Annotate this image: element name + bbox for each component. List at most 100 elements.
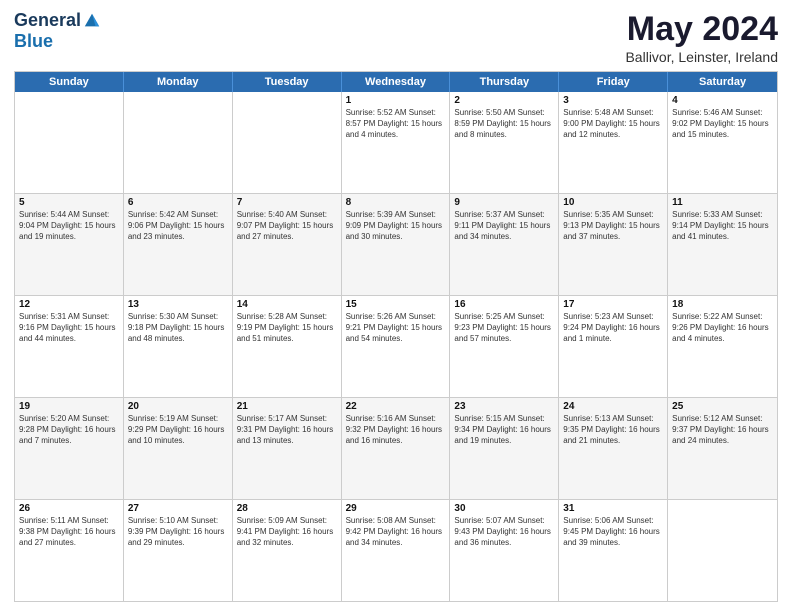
title-block: May 2024 Ballivor, Leinster, Ireland <box>625 10 778 65</box>
subtitle: Ballivor, Leinster, Ireland <box>625 49 778 65</box>
header: General Blue May 2024 Ballivor, Leinster… <box>14 10 778 65</box>
day-number: 21 <box>237 401 337 412</box>
calendar-cell: 7Sunrise: 5:40 AM Sunset: 9:07 PM Daylig… <box>233 194 342 295</box>
cell-content: Sunrise: 5:09 AM Sunset: 9:41 PM Dayligh… <box>237 516 337 548</box>
calendar-cell: 20 Sunrise: 5:19 AM Sunset: 9:29 PM Dayli… <box>124 398 233 499</box>
day-number: 18 <box>672 299 773 310</box>
cell-content: Sunrise: 5:31 AM Sunset: 9:16 PM Dayligh… <box>19 312 119 344</box>
calendar-row: 5 Sunrise: 5:44 AM Sunset: 9:04 PM Daylig… <box>15 193 777 295</box>
month-title: May 2024 <box>625 10 778 49</box>
calendar-cell: 22 Sunrise: 5:16 AM Sunset: 9:32 PM Dayli… <box>342 398 451 499</box>
cell-content: Sunrise: 5:30 AM Sunset: 9:18 PM Dayligh… <box>128 312 228 344</box>
cell-content: Sunrise: 5:48 AM Sunset: 9:00 PM Dayligh… <box>563 108 663 140</box>
calendar-cell: 23 Sunrise: 5:15 AM Sunset: 9:34 PM Dayli… <box>450 398 559 499</box>
calendar-cell: 5 Sunrise: 5:44 AM Sunset: 9:04 PM Daylig… <box>15 194 124 295</box>
cell-content: Sunrise: 5:07 AM Sunset: 9:43 PM Dayligh… <box>454 516 554 548</box>
calendar-cell <box>124 92 233 193</box>
calendar-header: Sunday Monday Tuesday Wednesday Thursday… <box>15 72 777 92</box>
day-number: 3 <box>563 95 663 106</box>
logo-blue: Blue <box>14 31 53 51</box>
day-number: 15 <box>346 299 446 310</box>
calendar-body: 1Sunrise: 5:52 AM Sunset: 8:57 PM Daylig… <box>15 92 777 601</box>
calendar-cell <box>668 500 777 601</box>
cell-content: Sunrise: 5:17 AM Sunset: 9:31 PM Dayligh… <box>237 414 337 446</box>
calendar-cell <box>15 92 124 193</box>
cell-content: Sunrise: 5:25 AM Sunset: 9:23 PM Dayligh… <box>454 312 554 344</box>
day-number: 20 <box>128 401 228 412</box>
day-number: 27 <box>128 503 228 514</box>
calendar-cell: 11Sunrise: 5:33 AM Sunset: 9:14 PM Dayli… <box>668 194 777 295</box>
calendar-cell: 30Sunrise: 5:07 AM Sunset: 9:43 PM Dayli… <box>450 500 559 601</box>
day-number: 17 <box>563 299 663 310</box>
cell-content: Sunrise: 5:46 AM Sunset: 9:02 PM Dayligh… <box>672 108 773 140</box>
logo-general: General <box>14 10 81 31</box>
day-number: 23 <box>454 401 554 412</box>
day-number: 10 <box>563 197 663 208</box>
cell-content: Sunrise: 5:28 AM Sunset: 9:19 PM Dayligh… <box>237 312 337 344</box>
cell-content: Sunrise: 5:42 AM Sunset: 9:06 PM Dayligh… <box>128 210 228 242</box>
cell-content: Sunrise: 5:44 AM Sunset: 9:04 PM Dayligh… <box>19 210 119 242</box>
calendar-cell: 25Sunrise: 5:12 AM Sunset: 9:37 PM Dayli… <box>668 398 777 499</box>
cell-content: Sunrise: 5:50 AM Sunset: 8:59 PM Dayligh… <box>454 108 554 140</box>
day-number: 29 <box>346 503 446 514</box>
calendar-cell <box>233 92 342 193</box>
day-number: 6 <box>128 197 228 208</box>
cell-content: Sunrise: 5:11 AM Sunset: 9:38 PM Dayligh… <box>19 516 119 548</box>
calendar-row: 12Sunrise: 5:31 AM Sunset: 9:16 PM Dayli… <box>15 295 777 397</box>
header-thursday: Thursday <box>450 72 559 92</box>
calendar-cell: 26 Sunrise: 5:11 AM Sunset: 9:38 PM Dayli… <box>15 500 124 601</box>
day-number: 1 <box>346 95 446 106</box>
logo-icon <box>83 12 101 30</box>
calendar-cell: 21 Sunrise: 5:17 AM Sunset: 9:31 PM Dayli… <box>233 398 342 499</box>
header-saturday: Saturday <box>668 72 777 92</box>
calendar-cell: 15 Sunrise: 5:26 AM Sunset: 9:21 PM Dayli… <box>342 296 451 397</box>
calendar-cell: 10 Sunrise: 5:35 AM Sunset: 9:13 PM Dayli… <box>559 194 668 295</box>
calendar-cell: 19Sunrise: 5:20 AM Sunset: 9:28 PM Dayli… <box>15 398 124 499</box>
day-number: 9 <box>454 197 554 208</box>
header-monday: Monday <box>124 72 233 92</box>
day-number: 11 <box>672 197 773 208</box>
calendar-cell: 29Sunrise: 5:08 AM Sunset: 9:42 PM Dayli… <box>342 500 451 601</box>
calendar-cell: 8 Sunrise: 5:39 AM Sunset: 9:09 PM Daylig… <box>342 194 451 295</box>
logo: General Blue <box>14 10 101 52</box>
day-number: 24 <box>563 401 663 412</box>
header-friday: Friday <box>559 72 668 92</box>
day-number: 19 <box>19 401 119 412</box>
cell-content: Sunrise: 5:16 AM Sunset: 9:32 PM Dayligh… <box>346 414 446 446</box>
day-number: 13 <box>128 299 228 310</box>
day-number: 22 <box>346 401 446 412</box>
cell-content: Sunrise: 5:26 AM Sunset: 9:21 PM Dayligh… <box>346 312 446 344</box>
day-number: 8 <box>346 197 446 208</box>
calendar-cell: 17Sunrise: 5:23 AM Sunset: 9:24 PM Dayli… <box>559 296 668 397</box>
cell-content: Sunrise: 5:39 AM Sunset: 9:09 PM Dayligh… <box>346 210 446 242</box>
calendar-cell: 13 Sunrise: 5:30 AM Sunset: 9:18 PM Dayli… <box>124 296 233 397</box>
calendar-row: 26 Sunrise: 5:11 AM Sunset: 9:38 PM Dayli… <box>15 499 777 601</box>
header-tuesday: Tuesday <box>233 72 342 92</box>
day-number: 28 <box>237 503 337 514</box>
cell-content: Sunrise: 5:10 AM Sunset: 9:39 PM Dayligh… <box>128 516 228 548</box>
calendar-row: 1Sunrise: 5:52 AM Sunset: 8:57 PM Daylig… <box>15 92 777 193</box>
calendar-row: 19Sunrise: 5:20 AM Sunset: 9:28 PM Dayli… <box>15 397 777 499</box>
day-number: 2 <box>454 95 554 106</box>
cell-content: Sunrise: 5:15 AM Sunset: 9:34 PM Dayligh… <box>454 414 554 446</box>
day-number: 25 <box>672 401 773 412</box>
page: General Blue May 2024 Ballivor, Leinster… <box>0 0 792 612</box>
calendar-cell: 9Sunrise: 5:37 AM Sunset: 9:11 PM Daylig… <box>450 194 559 295</box>
header-sunday: Sunday <box>15 72 124 92</box>
calendar-cell: 27 Sunrise: 5:10 AM Sunset: 9:39 PM Dayli… <box>124 500 233 601</box>
calendar: Sunday Monday Tuesday Wednesday Thursday… <box>14 71 778 602</box>
calendar-cell: 31Sunrise: 5:06 AM Sunset: 9:45 PM Dayli… <box>559 500 668 601</box>
calendar-cell: 14 Sunrise: 5:28 AM Sunset: 9:19 PM Dayli… <box>233 296 342 397</box>
calendar-cell: 16Sunrise: 5:25 AM Sunset: 9:23 PM Dayli… <box>450 296 559 397</box>
cell-content: Sunrise: 5:19 AM Sunset: 9:29 PM Dayligh… <box>128 414 228 446</box>
day-number: 26 <box>19 503 119 514</box>
day-number: 5 <box>19 197 119 208</box>
calendar-cell: 6 Sunrise: 5:42 AM Sunset: 9:06 PM Daylig… <box>124 194 233 295</box>
day-number: 14 <box>237 299 337 310</box>
calendar-cell: 1Sunrise: 5:52 AM Sunset: 8:57 PM Daylig… <box>342 92 451 193</box>
calendar-cell: 18Sunrise: 5:22 AM Sunset: 9:26 PM Dayli… <box>668 296 777 397</box>
cell-content: Sunrise: 5:35 AM Sunset: 9:13 PM Dayligh… <box>563 210 663 242</box>
header-wednesday: Wednesday <box>342 72 451 92</box>
cell-content: Sunrise: 5:06 AM Sunset: 9:45 PM Dayligh… <box>563 516 663 548</box>
calendar-cell: 28 Sunrise: 5:09 AM Sunset: 9:41 PM Dayli… <box>233 500 342 601</box>
